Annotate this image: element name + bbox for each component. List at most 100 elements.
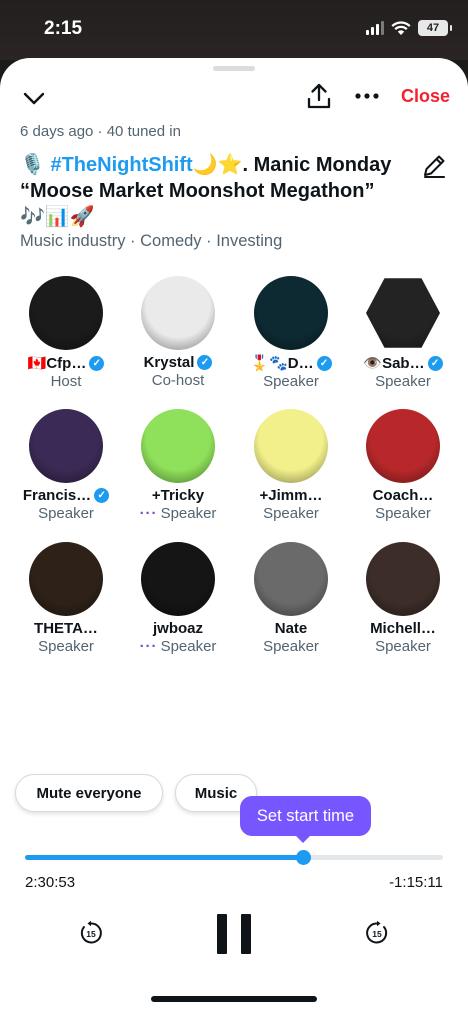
forward-15-icon[interactable]: 15: [364, 920, 390, 946]
sheet-toolbar: Close: [0, 82, 468, 118]
more-icon[interactable]: [354, 86, 380, 106]
participant-role: Co-host: [122, 372, 234, 389]
participant[interactable]: jwboaz ··· Speaker: [122, 542, 234, 655]
home-indicator[interactable]: [151, 996, 317, 1002]
participant-name-text: Nate: [274, 620, 308, 637]
participant-role: Speaker: [235, 373, 347, 390]
participant-name: +Jimm…: [235, 487, 347, 504]
participant-name-text: Coach…: [372, 487, 434, 504]
participant[interactable]: Nate Speaker: [235, 542, 347, 655]
status-bar: 2:15 47: [0, 0, 468, 60]
participant-role: Speaker: [347, 373, 459, 390]
pause-icon: [217, 914, 227, 954]
participant[interactable]: +Jimm… Speaker: [235, 409, 347, 522]
participant-name: 🇨🇦Cfp… ✓: [10, 354, 122, 372]
participant-name: THETA…: [10, 620, 122, 637]
wifi-icon: [391, 20, 411, 35]
participant-name-text: Francis…: [22, 487, 92, 504]
avatar[interactable]: [254, 542, 328, 616]
mute-everyone-button[interactable]: Mute everyone: [15, 774, 163, 812]
participant-role-text: Speaker: [263, 373, 319, 390]
close-button[interactable]: Close: [401, 86, 450, 107]
avatar[interactable]: [254, 409, 328, 483]
participant-name: Nate: [235, 620, 347, 637]
participant-role-text: Speaker: [263, 638, 319, 655]
participant-role: ··· Speaker: [122, 638, 234, 655]
participant-name: Coach…: [347, 487, 459, 504]
verified-badge-icon: ✓: [427, 355, 443, 371]
sheet-grabber[interactable]: [213, 66, 255, 71]
status-icons: 47: [366, 20, 452, 36]
participant-role-text: Speaker: [263, 505, 319, 522]
avatar[interactable]: [366, 278, 440, 348]
scrubber-thumb[interactable]: [295, 850, 311, 865]
participant[interactable]: 👁️Sab… ✓ Speaker: [347, 276, 459, 390]
space-sheet: Close 6 days ago · 40 tuned in 🎙️ #TheNi…: [0, 58, 468, 1013]
participant[interactable]: THETA… Speaker: [10, 542, 122, 655]
verified-badge-icon: ✓: [316, 355, 332, 371]
participant[interactable]: Michell… Speaker: [347, 542, 459, 655]
participant-role: Speaker: [235, 505, 347, 522]
participant-name: +Tricky: [122, 487, 234, 504]
participant-name-text: 🎖️🐾D…: [250, 355, 314, 372]
avatar[interactable]: [141, 542, 215, 616]
space-hashtag-link[interactable]: #TheNightShift: [50, 154, 192, 176]
avatar[interactable]: [29, 409, 103, 483]
playback-scrubber[interactable]: [25, 850, 443, 865]
participant-name: 🎖️🐾D… ✓: [235, 354, 347, 372]
participant[interactable]: Coach… Speaker: [347, 409, 459, 522]
chevron-down-icon[interactable]: [22, 86, 46, 110]
participant-role: Speaker: [10, 638, 122, 655]
participant-name-text: 👁️Sab…: [363, 355, 425, 372]
participant-role-text: Speaker: [160, 638, 217, 655]
status-time: 2:15: [44, 18, 83, 39]
participant[interactable]: +Tricky ··· Speaker: [122, 409, 234, 522]
participant-name: Michell…: [347, 620, 459, 637]
microphone-icon: 🎙️: [20, 154, 45, 176]
participant-name-text: Krystal: [143, 354, 195, 371]
participant[interactable]: Krystal ✓ Co-host: [122, 276, 234, 389]
avatar[interactable]: [366, 542, 440, 616]
participant[interactable]: 🇨🇦Cfp… ✓ Host: [10, 276, 122, 390]
space-title: 🎙️ #TheNightShift🌙⭐. Manic Monday “Moose…: [20, 152, 400, 230]
participant-role: Speaker: [347, 638, 459, 655]
verified-badge-icon: ✓: [94, 488, 110, 503]
forward-seconds: 15: [372, 929, 382, 939]
participant[interactable]: 🎖️🐾D… ✓ Speaker: [235, 276, 347, 390]
avatar[interactable]: [29, 276, 103, 350]
participant-name-text: THETA…: [34, 620, 98, 637]
participant-name: Krystal ✓: [122, 354, 234, 371]
rewind-seconds: 15: [86, 929, 96, 939]
participant[interactable]: Francis… ✓ Speaker: [10, 409, 122, 522]
participant-name-text: Michell…: [370, 620, 436, 637]
participant-name-text: 🇨🇦Cfp…: [27, 355, 87, 372]
participant-name-text: +Jimm…: [259, 487, 323, 504]
avatar[interactable]: [254, 276, 328, 350]
participant-name: Francis… ✓: [10, 487, 122, 504]
participant-role-text: Speaker: [375, 373, 431, 390]
participant-role-text: Co-host: [151, 372, 205, 389]
participant-role: Speaker: [347, 505, 459, 522]
avatar[interactable]: [141, 409, 215, 483]
share-icon[interactable]: [306, 82, 332, 110]
avatar[interactable]: [366, 409, 440, 483]
avatar[interactable]: [141, 276, 215, 350]
rewind-15-icon[interactable]: 15: [78, 920, 104, 946]
verified-badge-icon: ✓: [197, 355, 213, 370]
participant-role-text: Host: [50, 373, 82, 390]
playback-progress: [25, 855, 303, 860]
participant-name-text: jwboaz: [152, 620, 203, 637]
participant-role: Host: [10, 373, 122, 390]
edit-icon[interactable]: [420, 152, 448, 180]
avatar[interactable]: [29, 542, 103, 616]
pause-button[interactable]: [217, 914, 251, 954]
set-start-time-tooltip[interactable]: Set start time: [240, 796, 371, 843]
participant-role-text: Speaker: [375, 505, 431, 522]
participant-name: 👁️Sab… ✓: [347, 354, 459, 372]
speaking-dots-icon: ···: [139, 505, 158, 522]
participant-role-text: Speaker: [38, 505, 94, 522]
space-meta: 6 days ago · 40 tuned in: [20, 123, 181, 140]
participant-role: ··· Speaker: [122, 505, 234, 522]
speaking-dots-icon: ···: [139, 638, 158, 655]
verified-badge-icon: ✓: [89, 355, 105, 371]
